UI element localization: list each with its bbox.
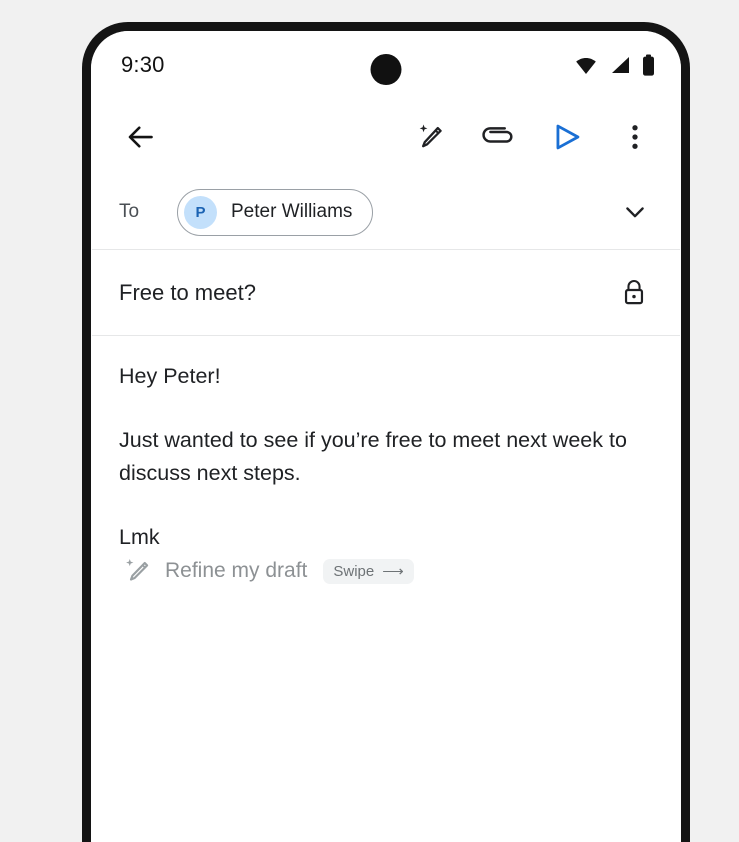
body-paragraph: Hey Peter! bbox=[119, 364, 221, 388]
phone-screen: 9:30 To P Peter Williams Free to meet? H… bbox=[91, 31, 681, 842]
refine-draft-label: Refine my draft bbox=[165, 559, 308, 582]
send-icon[interactable] bbox=[545, 115, 589, 159]
status-time: 9:30 bbox=[121, 52, 165, 77]
body-paragraph: Lmk bbox=[119, 525, 160, 549]
toolbar-actions bbox=[409, 115, 657, 159]
arrow-right-icon: ⟶ bbox=[382, 562, 404, 580]
recipient-name: Peter Williams bbox=[231, 201, 353, 222]
back-button[interactable] bbox=[119, 115, 163, 159]
overflow-menu-icon[interactable] bbox=[613, 115, 657, 159]
phone-frame: 9:30 To P Peter Williams Free to meet? H… bbox=[82, 22, 690, 842]
refine-draft-suggestion[interactable]: Refine my draft Swipe ⟶ bbox=[119, 556, 653, 586]
battery-icon bbox=[642, 54, 655, 76]
status-icons bbox=[574, 54, 655, 76]
compose-toolbar bbox=[91, 99, 681, 175]
email-body[interactable]: Hey Peter! Just wanted to see if you’re … bbox=[91, 336, 681, 586]
recipient-row[interactable]: To P Peter Williams bbox=[91, 175, 681, 249]
body-paragraph: Just wanted to see if you’re free to mee… bbox=[119, 428, 627, 485]
ai-compose-icon[interactable] bbox=[409, 115, 453, 159]
ai-refine-icon bbox=[123, 556, 153, 586]
swipe-hint-chip: Swipe ⟶ bbox=[323, 558, 414, 584]
attach-icon[interactable] bbox=[477, 115, 521, 159]
front-camera-punch-hole bbox=[370, 54, 402, 85]
swipe-hint-label: Swipe bbox=[333, 562, 375, 580]
screenshot-stage: 9:30 To P Peter Williams Free to meet? H… bbox=[0, 0, 739, 842]
wifi-icon bbox=[574, 55, 598, 75]
recipient-chip[interactable]: P Peter Williams bbox=[177, 188, 374, 236]
to-label: To bbox=[119, 201, 140, 222]
avatar: P bbox=[184, 195, 217, 229]
subject-row[interactable]: Free to meet? bbox=[91, 250, 681, 335]
lock-icon[interactable] bbox=[613, 272, 655, 314]
subject-input[interactable]: Free to meet? bbox=[119, 280, 256, 306]
status-bar: 9:30 bbox=[91, 31, 681, 99]
chevron-down-icon[interactable] bbox=[615, 192, 655, 232]
cellular-signal-icon bbox=[609, 55, 631, 75]
